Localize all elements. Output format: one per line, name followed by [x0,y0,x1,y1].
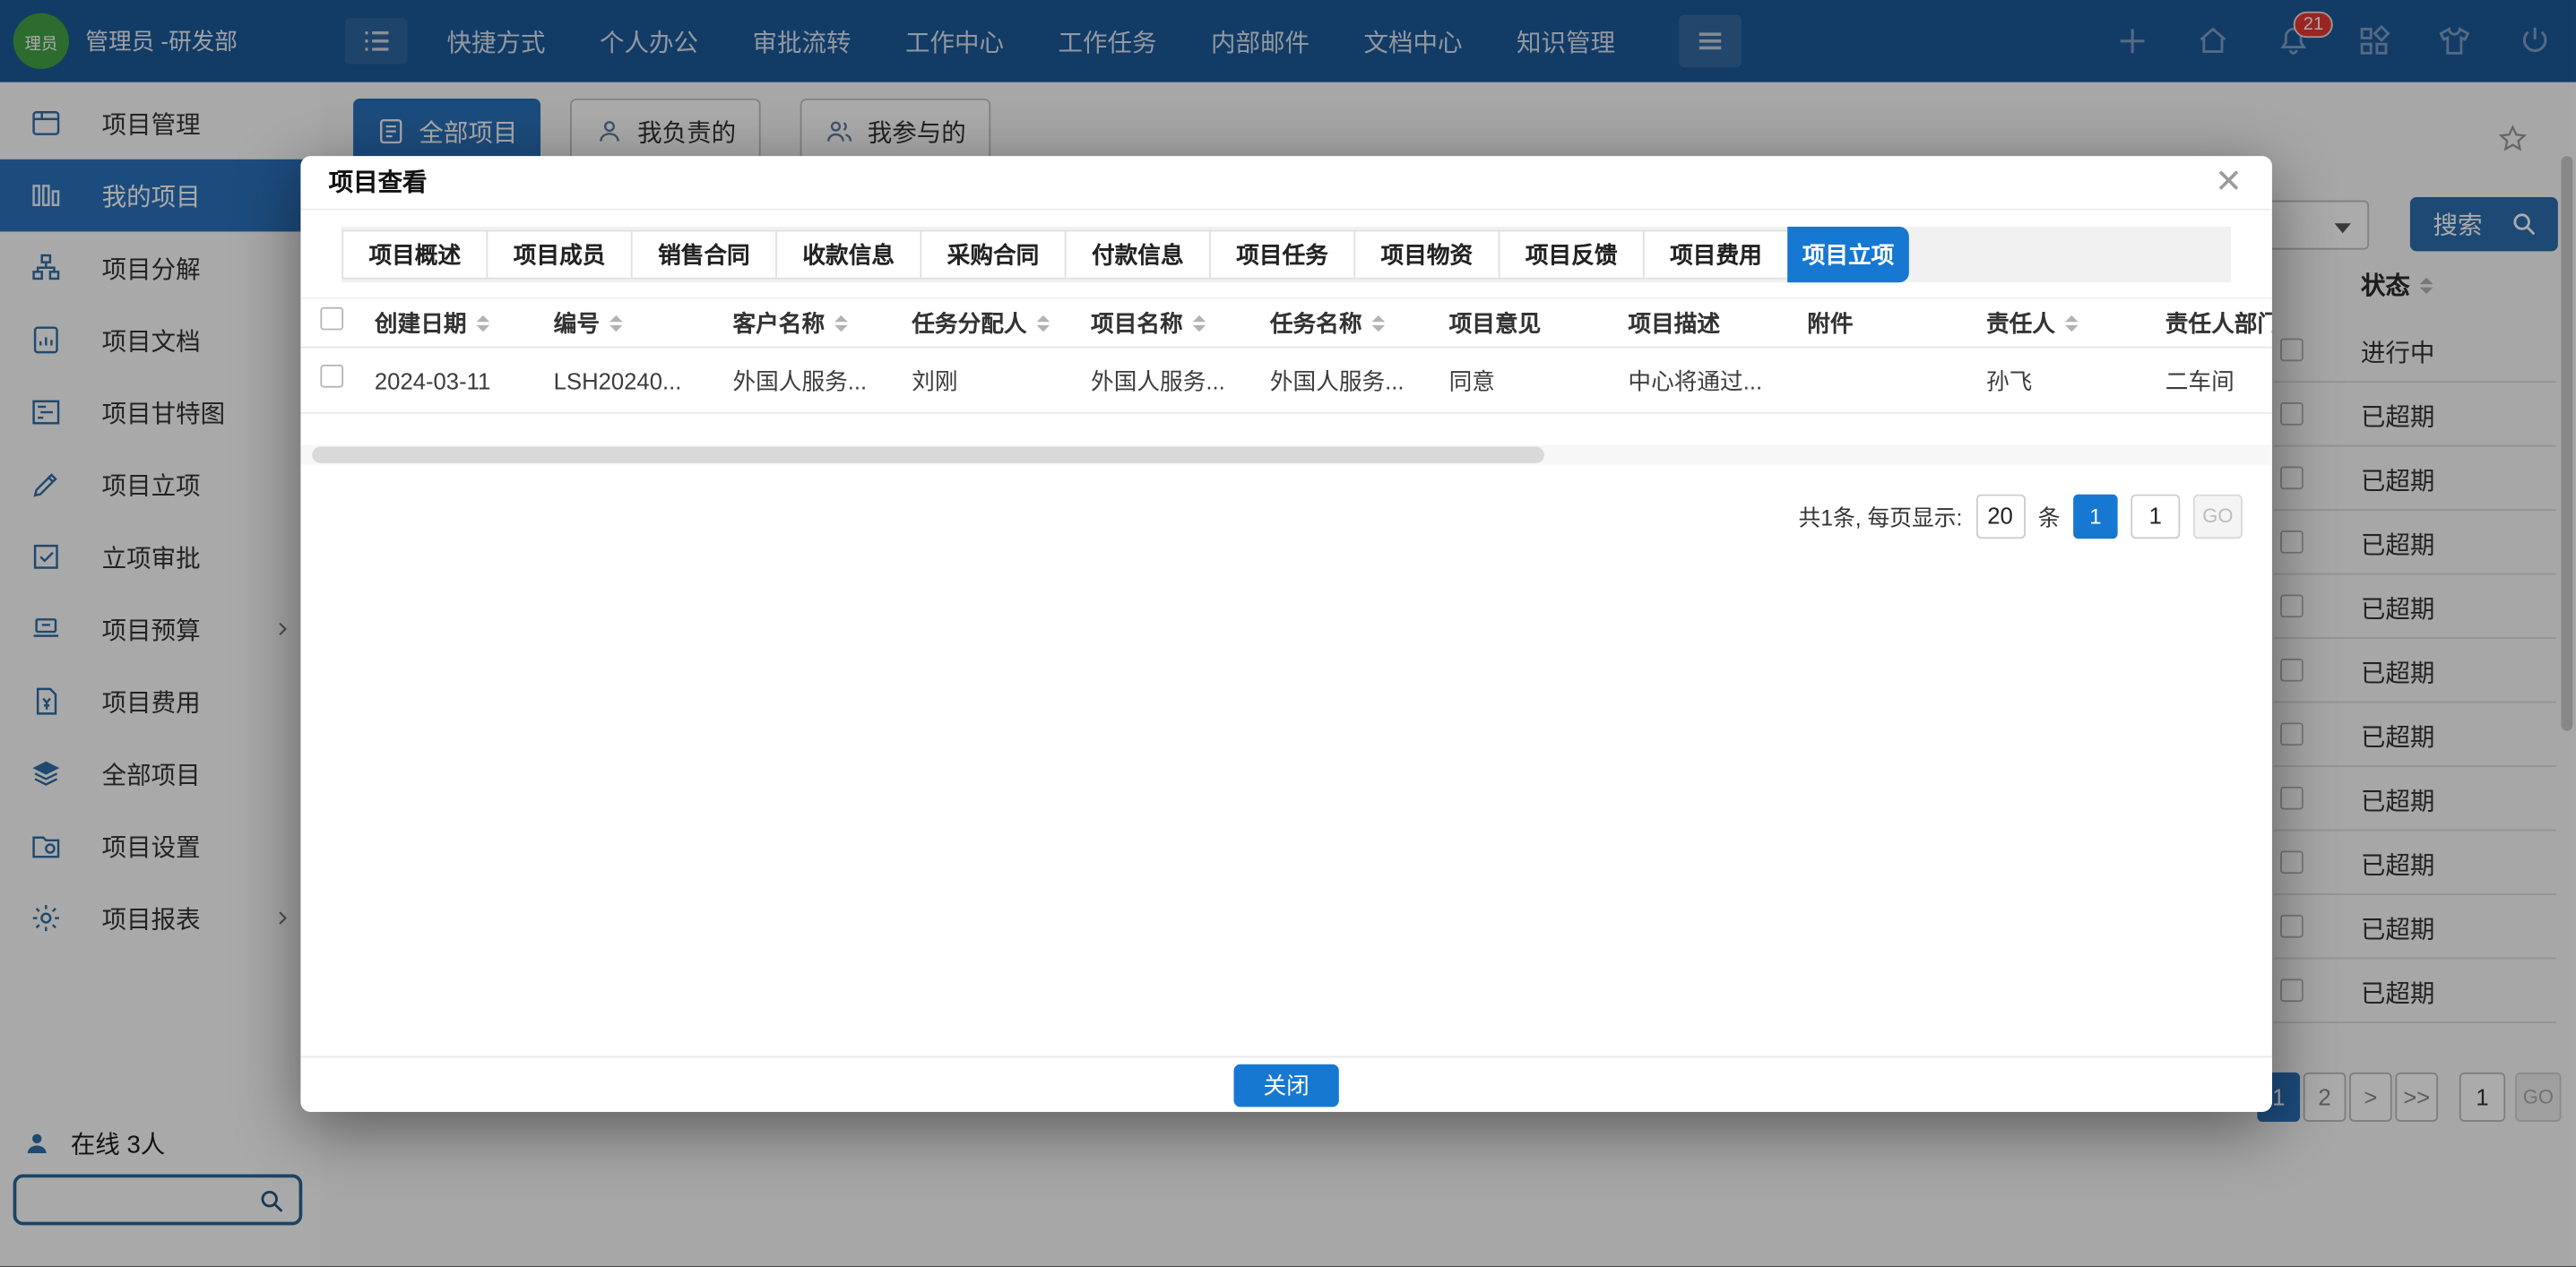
col-project-description: 项目描述 [1628,309,1721,336]
current-page-button[interactable]: 1 [2073,493,2118,539]
sort-arrows-icon [1371,315,1386,332]
col-responsible-department[interactable]: 责任人部门 [2157,306,2272,340]
col-number[interactable]: 编号 [546,306,725,340]
pagination-summary: 共1条, 每页显示: [1798,505,1963,531]
cell-project-name: 外国人服务... [1091,366,1225,393]
sort-arrows-icon [1192,315,1206,332]
dialog-table-row[interactable]: 2024-03-11 LSH20240... 外国人服务... 刘刚 外国人服务… [300,349,2272,414]
cell-responsible-department: 二车间 [2165,366,2235,393]
page-size-unit: 条 [2037,505,2061,531]
col-project-opinion: 项目意见 [1448,309,1542,336]
col-create-date[interactable]: 创建日期 [367,306,546,340]
select-all-checkbox[interactable] [320,306,344,331]
goto-page-input[interactable] [2131,493,2181,539]
page-size-input[interactable] [1975,493,2026,539]
horizontal-scrollbar[interactable] [300,444,2272,465]
dialog-header: 项目查看 ✕ [300,156,2272,211]
cell-project-opinion: 同意 [1448,366,1495,393]
application-window: 理员 管理员 -研发部 快捷方式 个人办公 审批流转 工作中心 工作任务 内部邮… [0,0,2576,1267]
cell-number: LSH20240... [553,366,682,393]
tab-initiation[interactable]: 项目立项 [1787,226,1909,283]
col-customer-name[interactable]: 客户名称 [724,306,903,340]
dialog-footer: 关闭 [300,1056,2272,1112]
tab-receipt-info[interactable]: 收款信息 [775,229,921,280]
cell-create-date: 2024-03-11 [374,366,491,393]
sort-arrows-icon [476,315,490,332]
col-task-name[interactable]: 任务名称 [1262,306,1441,340]
row-checkbox[interactable] [320,364,344,388]
tab-overview[interactable]: 项目概述 [341,229,487,280]
tab-materials[interactable]: 项目物资 [1353,229,1499,280]
sort-arrows-icon [609,315,623,332]
dialog-tabs: 项目概述 项目成员 销售合同 收款信息 采购合同 付款信息 项目任务 项目物资 … [341,226,2232,283]
col-task-assigner[interactable]: 任务分配人 [903,306,1083,340]
project-view-dialog: 项目查看 ✕ 项目概述 项目成员 销售合同 收款信息 采购合同 付款信息 项目任… [300,156,2272,1112]
scrollbar-thumb[interactable] [312,446,1544,463]
close-button[interactable]: 关闭 [1233,1064,1339,1108]
go-button[interactable]: GO [2192,493,2243,539]
cell-customer-name: 外国人服务... [732,366,868,393]
sort-arrows-icon [834,315,848,332]
cell-task-name: 外国人服务... [1269,366,1405,393]
dialog-table-header: 创建日期 编号 客户名称 任务分配人 项目名称 任务名称 项目意见 项目描述 附… [300,297,2272,349]
tab-members[interactable]: 项目成员 [486,229,631,280]
tab-sales-contract[interactable]: 销售合同 [630,229,776,280]
dialog-title: 项目查看 [328,168,428,197]
col-attachment: 附件 [1807,309,1854,336]
tab-tasks[interactable]: 项目任务 [1209,229,1354,280]
col-project-name[interactable]: 项目名称 [1083,306,1262,340]
sort-arrows-icon [1036,315,1050,332]
tab-feedback[interactable]: 项目反馈 [1498,229,1643,280]
close-icon[interactable]: ✕ [2215,164,2243,200]
cell-task-assigner: 刘刚 [912,366,958,393]
tab-purchase-contract[interactable]: 采购合同 [920,229,1065,280]
tab-payment-info[interactable]: 付款信息 [1064,229,1210,280]
cell-responsible-person: 孙飞 [1985,366,2033,393]
col-responsible-person[interactable]: 责任人 [1978,306,2157,340]
sort-arrows-icon [2064,315,2079,332]
tab-expense[interactable]: 项目费用 [1642,229,1788,280]
dialog-pagination: 共1条, 每页显示: 条 1 GO [1799,493,2243,539]
cell-project-description: 中心将通过... [1628,366,1763,393]
